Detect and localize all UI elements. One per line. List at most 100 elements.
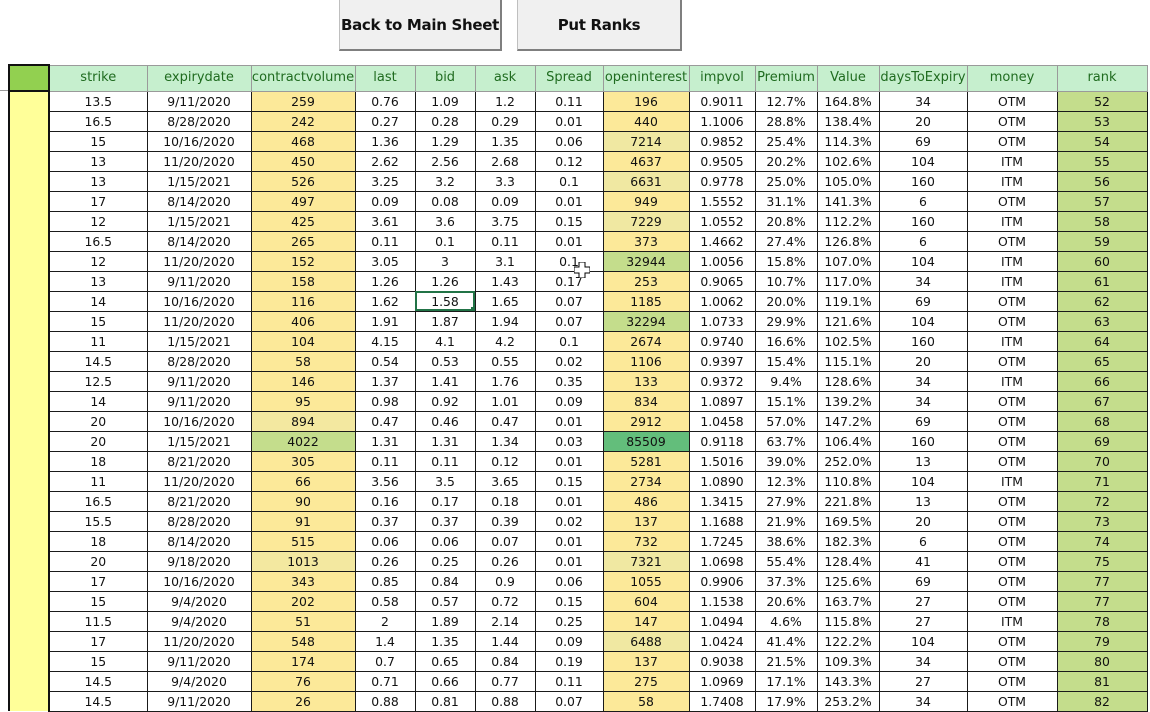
- cell-premium[interactable]: 63.7%: [754, 430, 818, 452]
- row-marker-cell[interactable]: [8, 191, 50, 211]
- cell-contractvolume[interactable]: 51: [250, 610, 356, 632]
- cell-money[interactable]: ITM: [966, 610, 1058, 632]
- cell-impvol[interactable]: 1.0458: [688, 410, 756, 432]
- cell-spread[interactable]: 0.15: [534, 590, 604, 612]
- cell-contractvolume[interactable]: 76: [250, 670, 356, 692]
- cell-value[interactable]: 102.5%: [816, 330, 880, 352]
- cell-daystoexpiry[interactable]: 27: [878, 590, 968, 612]
- cell-expirydate[interactable]: 11/20/2020: [146, 250, 252, 272]
- row-marker-cell[interactable]: [8, 291, 50, 311]
- column-header-contractvolume[interactable]: contractvolume: [250, 64, 356, 92]
- cell-daystoexpiry[interactable]: 6: [878, 530, 968, 552]
- cell-expirydate[interactable]: 8/28/2020: [146, 110, 252, 132]
- cell-openinterest[interactable]: 2734: [602, 470, 690, 492]
- cell-strike[interactable]: 14: [48, 390, 148, 412]
- cell-rank[interactable]: 56: [1056, 170, 1148, 192]
- cell-ask[interactable]: 1.01: [474, 390, 536, 412]
- cell-impvol[interactable]: 1.7245: [688, 530, 756, 552]
- cell-expirydate[interactable]: 9/11/2020: [146, 650, 252, 672]
- cell-money[interactable]: ITM: [966, 170, 1058, 192]
- cell-premium[interactable]: 28.8%: [754, 110, 818, 132]
- cell-rank[interactable]: 53: [1056, 110, 1148, 132]
- cell-impvol[interactable]: 1.3415: [688, 490, 756, 512]
- row-marker-cell[interactable]: [8, 631, 50, 651]
- cell-ask[interactable]: 2.68: [474, 150, 536, 172]
- row-marker-cell[interactable]: [8, 471, 50, 491]
- column-header-impvol[interactable]: impvol: [688, 64, 756, 92]
- cell-bid[interactable]: 1.09: [414, 90, 476, 112]
- cell-expirydate[interactable]: 10/16/2020: [146, 570, 252, 592]
- cell-bid[interactable]: 0.06: [414, 530, 476, 552]
- cell-value[interactable]: 182.3%: [816, 530, 880, 552]
- cell-impvol[interactable]: 1.1538: [688, 590, 756, 612]
- cell-ask[interactable]: 1.94: [474, 310, 536, 332]
- cell-value[interactable]: 110.8%: [816, 470, 880, 492]
- cell-expirydate[interactable]: 10/16/2020: [146, 290, 252, 312]
- cell-daystoexpiry[interactable]: 104: [878, 150, 968, 172]
- cell-rank[interactable]: 78: [1056, 610, 1148, 632]
- cell-money[interactable]: OTM: [966, 450, 1058, 472]
- cell-daystoexpiry[interactable]: 69: [878, 290, 968, 312]
- cell-money[interactable]: ITM: [966, 270, 1058, 292]
- cell-impvol[interactable]: 0.9065: [688, 270, 756, 292]
- row-marker-cell[interactable]: [8, 351, 50, 371]
- cell-daystoexpiry[interactable]: 104: [878, 630, 968, 652]
- cell-spread[interactable]: 0.02: [534, 350, 604, 372]
- cell-daystoexpiry[interactable]: 160: [878, 330, 968, 352]
- cell-bid[interactable]: 3.2: [414, 170, 476, 192]
- cell-money[interactable]: ITM: [966, 250, 1058, 272]
- cell-premium[interactable]: 31.1%: [754, 190, 818, 212]
- cell-expirydate[interactable]: 11/20/2020: [146, 470, 252, 492]
- cell-rank[interactable]: 77: [1056, 570, 1148, 592]
- cell-impvol[interactable]: 1.0897: [688, 390, 756, 412]
- cell-openinterest[interactable]: 4637: [602, 150, 690, 172]
- cell-strike[interactable]: 12.5: [48, 370, 148, 392]
- cell-rank[interactable]: 79: [1056, 630, 1148, 652]
- cell-premium[interactable]: 20.0%: [754, 290, 818, 312]
- cell-ask[interactable]: 1.2: [474, 90, 536, 112]
- cell-premium[interactable]: 41.4%: [754, 630, 818, 652]
- row-marker-cell[interactable]: [8, 611, 50, 631]
- cell-rank[interactable]: 68: [1056, 410, 1148, 432]
- cell-bid[interactable]: 0.53: [414, 350, 476, 372]
- cell-strike[interactable]: 20: [48, 430, 148, 452]
- cell-spread[interactable]: 0.06: [534, 570, 604, 592]
- cell-last[interactable]: 0.11: [354, 230, 416, 252]
- cell-openinterest[interactable]: 373: [602, 230, 690, 252]
- cell-spread[interactable]: 0.03: [534, 430, 604, 452]
- cell-openinterest[interactable]: 137: [602, 650, 690, 672]
- cell-openinterest[interactable]: 85509: [602, 430, 690, 452]
- cell-strike[interactable]: 14.5: [48, 690, 148, 712]
- cell-ask[interactable]: 0.29: [474, 110, 536, 132]
- cell-spread[interactable]: 0.09: [534, 390, 604, 412]
- cell-last[interactable]: 0.71: [354, 670, 416, 692]
- cell-spread[interactable]: 0.09: [534, 630, 604, 652]
- cell-rank[interactable]: 81: [1056, 670, 1148, 692]
- cell-bid[interactable]: 0.66: [414, 670, 476, 692]
- cell-openinterest[interactable]: 32294: [602, 310, 690, 332]
- cell-ask[interactable]: 1.65: [474, 290, 536, 312]
- cell-impvol[interactable]: 0.9011: [688, 90, 756, 112]
- cell-contractvolume[interactable]: 174: [250, 650, 356, 672]
- cell-rank[interactable]: 55: [1056, 150, 1148, 172]
- row-marker-cell[interactable]: [8, 371, 50, 391]
- cell-premium[interactable]: 17.1%: [754, 670, 818, 692]
- column-header-value[interactable]: Value: [816, 64, 880, 92]
- cell-daystoexpiry[interactable]: 34: [878, 270, 968, 292]
- cell-rank[interactable]: 77: [1056, 590, 1148, 612]
- cell-spread[interactable]: 0.1: [534, 170, 604, 192]
- cell-openinterest[interactable]: 5281: [602, 450, 690, 472]
- cell-value[interactable]: 147.2%: [816, 410, 880, 432]
- row-marker-cell[interactable]: [8, 111, 50, 131]
- cell-expirydate[interactable]: 9/11/2020: [146, 690, 252, 712]
- cell-expirydate[interactable]: 1/15/2021: [146, 330, 252, 352]
- cell-strike[interactable]: 13: [48, 170, 148, 192]
- cell-bid[interactable]: 0.92: [414, 390, 476, 412]
- row-marker-cell[interactable]: [8, 571, 50, 591]
- cell-premium[interactable]: 38.6%: [754, 530, 818, 552]
- cell-daystoexpiry[interactable]: 20: [878, 510, 968, 532]
- cell-daystoexpiry[interactable]: 160: [878, 170, 968, 192]
- cell-contractvolume[interactable]: 90: [250, 490, 356, 512]
- cell-last[interactable]: 4.15: [354, 330, 416, 352]
- cell-spread[interactable]: 0.01: [534, 490, 604, 512]
